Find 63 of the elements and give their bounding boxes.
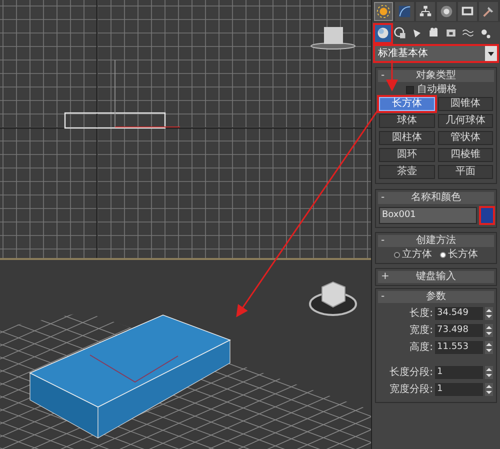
primitive-button[interactable]: 管状体 [438,131,493,145]
rollout-toggle[interactable]: - [381,292,385,302]
primitive-button[interactable]: 圆环 [379,148,434,162]
sun-icon [376,4,391,18]
panel-tab[interactable] [437,2,456,20]
panel-tab[interactable] [395,2,414,20]
category-button[interactable] [392,24,408,42]
parameter-field[interactable]: 1 [435,366,483,379]
radio-button[interactable] [394,252,400,258]
parameter-field[interactable]: 73.498 [435,324,483,337]
spinner-icon[interactable] [485,341,493,354]
primitive-button[interactable]: 长方体 [379,97,434,111]
autogrid-label: 自动栅格 [417,84,457,94]
primitive-button[interactable]: 圆柱体 [379,131,434,145]
rollout-toggle[interactable]: + [381,272,390,282]
primitive-button[interactable]: 球体 [379,114,434,128]
primitive-button[interactable]: 茶壶 [379,165,434,179]
panel-tab[interactable] [416,2,435,20]
gizmo-drawing [114,60,180,128]
rollout-toggle[interactable]: - [381,71,385,81]
panel-tab[interactable] [479,2,498,20]
parameter-label: 长度分段: [390,368,433,378]
radio-label: 立方体 [402,250,432,260]
autogrid-checkbox[interactable] [406,86,414,94]
rollout-title[interactable]: 键盘输入 [416,272,456,282]
caret-icon [485,46,497,61]
panel-tab[interactable] [374,2,393,20]
rollout-title[interactable]: 参数 [426,292,446,302]
rollout-title[interactable]: 对象类型 [416,71,456,81]
sphere-icon [376,26,390,40]
primitive-button[interactable]: 几何球体 [438,114,493,128]
parameter-label: 高度: [410,342,433,352]
curve-icon [397,4,412,18]
annotation-arrow [386,60,398,92]
circle-icon [439,4,454,18]
category-dropdown[interactable]: 标准基本体 [375,46,497,61]
rollout-title[interactable]: 名称和颜色 [411,193,461,203]
category-button[interactable] [375,24,391,42]
name-field[interactable]: Box001 [379,207,477,224]
panel-tab[interactable] [458,2,477,20]
rollout-toggle[interactable]: - [381,193,385,203]
parameter-label: 宽度分段: [390,384,433,394]
primitive-button[interactable]: 四棱锥 [438,148,493,162]
parameter-field[interactable]: 34.549 [435,307,483,320]
spinner-icon[interactable] [485,307,493,320]
hierarchy-icon [418,4,433,18]
parameter-field[interactable]: 11.553 [435,341,483,354]
parameter-label: 长度: [410,308,433,318]
parameter-field[interactable]: 1 [435,383,483,396]
radio-label: 长方体 [448,250,478,260]
primitive-button[interactable]: 平面 [438,165,493,179]
spinner-icon[interactable] [485,383,493,396]
rollout-toggle[interactable]: - [381,236,385,246]
rollout-title[interactable]: 创建方法 [416,236,456,246]
color-swatch[interactable] [481,208,493,223]
radio-button[interactable] [440,252,446,258]
parameter-label: 宽度: [410,326,433,336]
shapes-icon [393,26,407,40]
spinner-icon[interactable] [485,366,493,379]
view-cube-icon[interactable] [309,281,357,316]
spinner-icon[interactable] [485,324,493,337]
primitive-button[interactable]: 圆锥体 [438,97,493,111]
view-cube-icon[interactable] [310,27,356,50]
